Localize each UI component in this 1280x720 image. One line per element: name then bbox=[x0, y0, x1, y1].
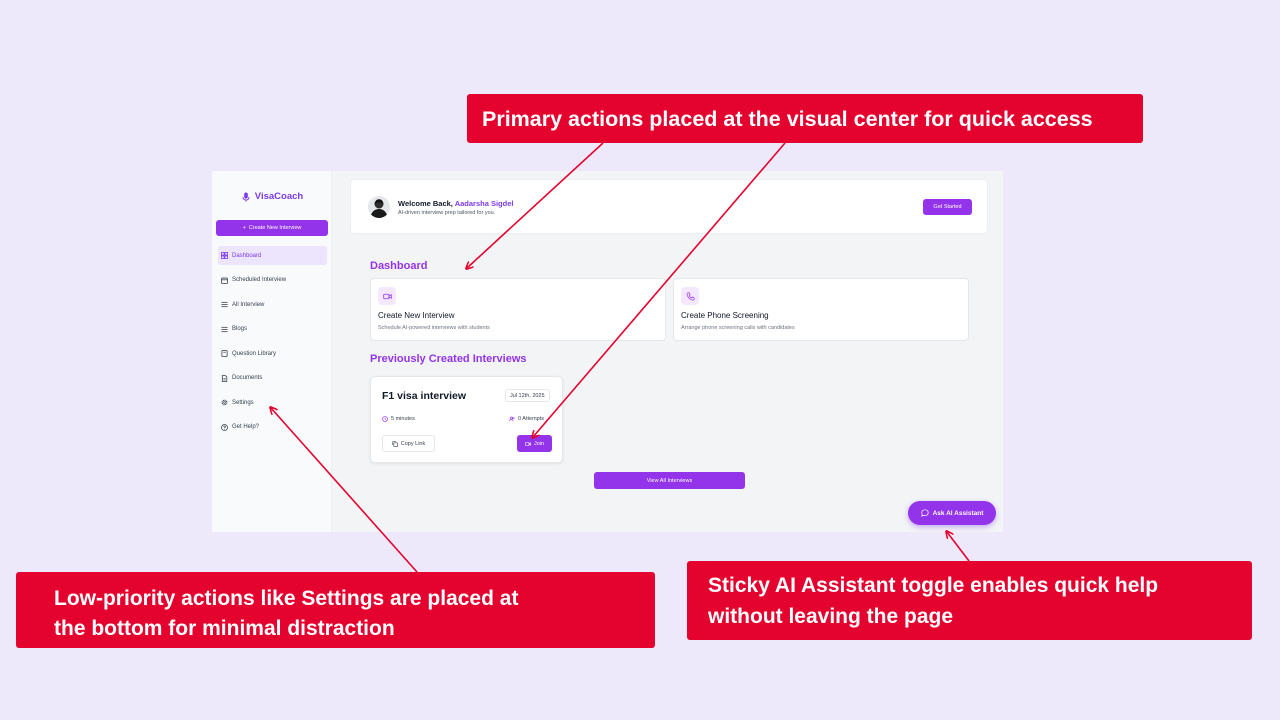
sidebar-item-label: Blogs bbox=[232, 326, 248, 332]
duration-label: 5 minutes bbox=[391, 416, 415, 422]
card-title: Create New Interview bbox=[378, 311, 455, 320]
welcome-subtitle: AI-driven interview prep tailored for yo… bbox=[398, 210, 496, 216]
card-subtitle: Arrange phone screening calls with candi… bbox=[681, 325, 795, 331]
sidebar-item-blogs[interactable]: Blogs bbox=[218, 320, 327, 339]
join-button[interactable]: Join bbox=[517, 435, 552, 452]
brand-name: VisaCoach bbox=[254, 191, 304, 202]
sidebar-item-label: Documents bbox=[232, 375, 263, 381]
copy-link-label: Copy Link bbox=[400, 440, 426, 447]
sidebar-item-label: Settings bbox=[232, 399, 254, 406]
interview-attempts: 0 Attempts bbox=[509, 416, 544, 422]
create-new-interview-button[interactable]: + Create New Interview bbox=[216, 220, 328, 236]
annotation-text-line1: Sticky AI Assistant toggle enables quick… bbox=[708, 574, 1159, 597]
ask-ai-assistant-button[interactable]: Ask AI Assistant bbox=[908, 501, 996, 525]
chat-icon bbox=[920, 509, 929, 517]
interview-title: F1 visa interview bbox=[382, 390, 467, 402]
user-name: Aadarsha Sigdel bbox=[454, 199, 514, 208]
sidebar-item-label: Get Help? bbox=[232, 424, 260, 430]
sidebar-item-documents[interactable]: Documents bbox=[218, 369, 327, 388]
video-icon bbox=[378, 287, 396, 305]
sidebar-item-label: Dashboard bbox=[232, 252, 262, 259]
annotation-text: Primary actions placed at the visual cen… bbox=[482, 107, 1093, 131]
annotation-text-line2: the bottom for minimal distraction bbox=[54, 617, 395, 640]
card-title: Create Phone Screening bbox=[681, 311, 769, 320]
sidebar: VisaCoach + Create New Interview Dashboa… bbox=[212, 171, 332, 532]
interview-card: F1 visa interview Jul 12th, 2025 5 minut… bbox=[370, 376, 563, 463]
users-icon bbox=[509, 416, 515, 422]
sidebar-item-all-interview[interactable]: All Interview bbox=[218, 295, 327, 314]
welcome-greeting: Welcome Back, bbox=[398, 199, 453, 208]
get-started-button[interactable]: Get Started bbox=[923, 199, 972, 215]
attempts-label: 0 Attempts bbox=[518, 416, 544, 422]
sidebar-nav: Dashboard Scheduled Interview All Interv… bbox=[218, 246, 327, 442]
create-phone-screening-card[interactable]: Create Phone Screening Arrange phone scr… bbox=[673, 278, 969, 341]
calendar-icon bbox=[221, 277, 228, 284]
clock-icon bbox=[382, 416, 388, 422]
interview-duration: 5 minutes bbox=[382, 416, 415, 422]
create-new-interview-label: Create New Interview bbox=[248, 225, 302, 231]
list-icon bbox=[221, 301, 228, 308]
app-screenshot: VisaCoach + Create New Interview Dashboa… bbox=[212, 171, 1003, 532]
sidebar-item-question-library[interactable]: Question Library bbox=[218, 344, 327, 363]
book-icon bbox=[221, 350, 228, 357]
gear-icon bbox=[221, 399, 228, 406]
dashboard-title: Dashboard bbox=[370, 260, 428, 272]
phone-icon bbox=[681, 287, 699, 305]
previous-interviews-title: Previously Created Interviews bbox=[370, 353, 527, 365]
annotation-text-line1: Low-priority actions like Settings are p… bbox=[54, 587, 519, 610]
welcome-heading: Welcome Back, Aadarsha Sigdel bbox=[398, 199, 513, 208]
sidebar-item-scheduled-interview[interactable]: Scheduled Interview bbox=[218, 271, 327, 290]
sidebar-item-dashboard[interactable]: Dashboard bbox=[218, 246, 327, 265]
sidebar-item-label: Scheduled Interview bbox=[232, 277, 287, 283]
annotation-primary-actions: Primary actions placed at the visual cen… bbox=[467, 94, 1143, 143]
interview-date-badge: Jul 12th, 2025 bbox=[505, 389, 550, 402]
microphone-icon bbox=[242, 192, 250, 202]
annotation-text-line2: without leaving the page bbox=[708, 605, 954, 628]
list-icon bbox=[221, 326, 228, 332]
create-new-interview-card[interactable]: Create New Interview Schedule AI-powered… bbox=[370, 278, 666, 341]
brand-logo[interactable]: VisaCoach bbox=[212, 191, 332, 202]
help-icon bbox=[221, 423, 228, 431]
welcome-banner: Welcome Back, Aadarsha Sigdel AI-driven … bbox=[350, 179, 988, 234]
ask-ai-assistant-label: Ask AI Assistant bbox=[932, 509, 984, 517]
sidebar-item-get-help[interactable]: Get Help? bbox=[218, 418, 327, 437]
sidebar-item-label: Question Library bbox=[232, 350, 277, 357]
video-icon bbox=[525, 441, 531, 446]
card-subtitle: Schedule AI-powered interviews with stud… bbox=[378, 325, 490, 331]
join-label: Join bbox=[533, 440, 545, 447]
annotation-ai-assistant: Sticky AI Assistant toggle enables quick… bbox=[687, 561, 1252, 640]
arrow-to-ai-assistant bbox=[947, 532, 970, 562]
avatar bbox=[368, 196, 390, 218]
plus-icon: + bbox=[242, 225, 246, 231]
annotation-low-priority: Low-priority actions like Settings are p… bbox=[16, 572, 655, 648]
copy-link-button[interactable]: Copy Link bbox=[382, 435, 435, 452]
dashboard-icon bbox=[221, 252, 228, 259]
sidebar-item-label: All Interview bbox=[232, 301, 265, 308]
copy-icon bbox=[392, 440, 398, 447]
document-icon bbox=[221, 374, 228, 382]
main-content: Welcome Back, Aadarsha Sigdel AI-driven … bbox=[332, 171, 1003, 532]
sidebar-item-settings[interactable]: Settings bbox=[218, 393, 327, 412]
view-all-interviews-button[interactable]: View All Interviews bbox=[594, 472, 745, 489]
